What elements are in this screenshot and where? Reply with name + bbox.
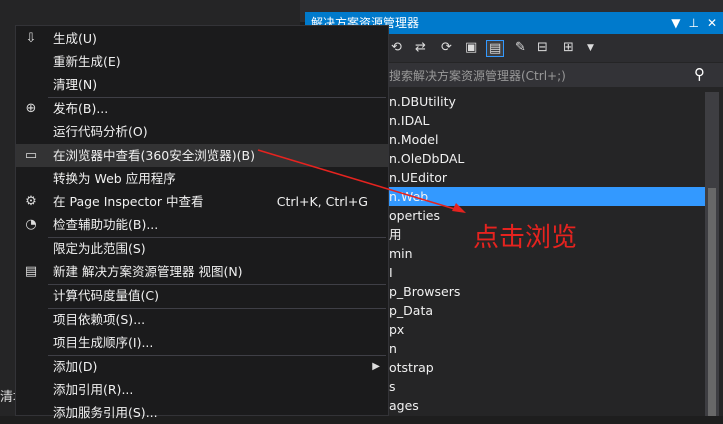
annotation-text: 点击浏览 bbox=[473, 223, 578, 253]
annotation-arrow bbox=[257, 149, 466, 213]
